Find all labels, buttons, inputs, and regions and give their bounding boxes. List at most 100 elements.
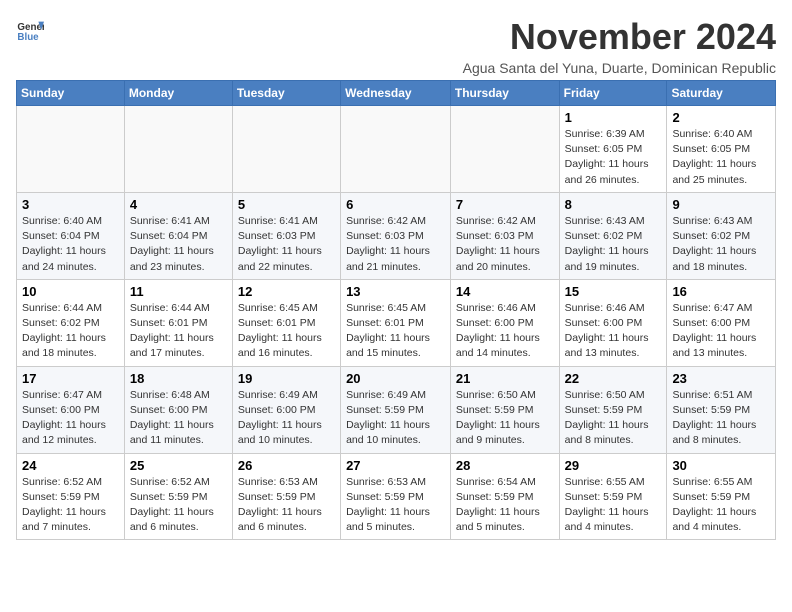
calendar-week-row: 1 Sunrise: 6:39 AMSunset: 6:05 PMDaylight… [17, 106, 776, 193]
day-info: Sunrise: 6:51 AMSunset: 5:59 PMDaylight:… [672, 388, 770, 449]
day-info: Sunrise: 6:43 AMSunset: 6:02 PMDaylight:… [672, 214, 770, 275]
day-number: 12 [238, 284, 335, 299]
location-subtitle: Agua Santa del Yuna, Duarte, Dominican R… [463, 60, 776, 76]
day-info: Sunrise: 6:55 AMSunset: 5:59 PMDaylight:… [565, 475, 662, 536]
day-info: Sunrise: 6:46 AMSunset: 6:00 PMDaylight:… [565, 301, 662, 362]
calendar-cell: 3 Sunrise: 6:40 AMSunset: 6:04 PMDaylight… [17, 192, 125, 279]
day-number: 21 [456, 371, 554, 386]
day-header: Thursday [450, 81, 559, 106]
day-info: Sunrise: 6:42 AMSunset: 6:03 PMDaylight:… [346, 214, 445, 275]
calendar-cell [341, 106, 451, 193]
calendar-table: SundayMondayTuesdayWednesdayThursdayFrid… [16, 80, 776, 540]
day-info: Sunrise: 6:43 AMSunset: 6:02 PMDaylight:… [565, 214, 662, 275]
day-number: 18 [130, 371, 227, 386]
calendar-cell: 22Sunrise: 6:50 AMSunset: 5:59 PMDayligh… [559, 366, 667, 453]
month-title: November 2024 [463, 16, 776, 58]
day-info: Sunrise: 6:41 AMSunset: 6:03 PMDaylight:… [238, 214, 335, 275]
calendar-cell: 11 Sunrise: 6:44 AMSunset: 6:01 PMDayligh… [124, 279, 232, 366]
day-info: Sunrise: 6:39 AMSunset: 6:05 PMDaylight:… [565, 127, 662, 188]
day-number: 1 [565, 110, 662, 125]
day-number: 6 [346, 197, 445, 212]
calendar-cell: 16 Sunrise: 6:47 AMSunset: 6:00 PMDayligh… [667, 279, 776, 366]
calendar-cell: 6 Sunrise: 6:42 AMSunset: 6:03 PMDaylight… [341, 192, 451, 279]
calendar-cell: 10 Sunrise: 6:44 AMSunset: 6:02 PMDayligh… [17, 279, 125, 366]
day-info: Sunrise: 6:52 AMSunset: 5:59 PMDaylight:… [130, 475, 227, 536]
day-number: 27 [346, 458, 445, 473]
day-info: Sunrise: 6:46 AMSunset: 6:00 PMDaylight:… [456, 301, 554, 362]
day-info: Sunrise: 6:45 AMSunset: 6:01 PMDaylight:… [238, 301, 335, 362]
calendar-cell: 23 Sunrise: 6:51 AMSunset: 5:59 PMDayligh… [667, 366, 776, 453]
day-info: Sunrise: 6:53 AMSunset: 5:59 PMDaylight:… [346, 475, 445, 536]
day-info: Sunrise: 6:49 AMSunset: 6:00 PMDaylight:… [238, 388, 335, 449]
day-info: Sunrise: 6:47 AMSunset: 6:00 PMDaylight:… [22, 388, 119, 449]
day-info: Sunrise: 6:40 AMSunset: 6:05 PMDaylight:… [672, 127, 770, 188]
day-info: Sunrise: 6:47 AMSunset: 6:00 PMDaylight:… [672, 301, 770, 362]
calendar-cell: 25Sunrise: 6:52 AMSunset: 5:59 PMDayligh… [124, 453, 232, 540]
day-info: Sunrise: 6:52 AMSunset: 5:59 PMDaylight:… [22, 475, 119, 536]
day-number: 5 [238, 197, 335, 212]
logo: General Blue [16, 16, 44, 44]
calendar-cell: 8 Sunrise: 6:43 AMSunset: 6:02 PMDaylight… [559, 192, 667, 279]
day-number: 26 [238, 458, 335, 473]
day-header: Wednesday [341, 81, 451, 106]
day-number: 8 [565, 197, 662, 212]
calendar-cell: 30 Sunrise: 6:55 AMSunset: 5:59 PMDayligh… [667, 453, 776, 540]
calendar-header-row: SundayMondayTuesdayWednesdayThursdayFrid… [17, 81, 776, 106]
day-number: 30 [672, 458, 770, 473]
day-header: Saturday [667, 81, 776, 106]
day-number: 3 [22, 197, 119, 212]
calendar-cell: 15 Sunrise: 6:46 AMSunset: 6:00 PMDayligh… [559, 279, 667, 366]
day-info: Sunrise: 6:41 AMSunset: 6:04 PMDaylight:… [130, 214, 227, 275]
calendar-cell [232, 106, 340, 193]
day-info: Sunrise: 6:40 AMSunset: 6:04 PMDaylight:… [22, 214, 119, 275]
day-number: 13 [346, 284, 445, 299]
day-info: Sunrise: 6:44 AMSunset: 6:02 PMDaylight:… [22, 301, 119, 362]
day-info: Sunrise: 6:48 AMSunset: 6:00 PMDaylight:… [130, 388, 227, 449]
title-area: November 2024 Agua Santa del Yuna, Duart… [463, 16, 776, 76]
day-number: 9 [672, 197, 770, 212]
day-number: 2 [672, 110, 770, 125]
svg-text:Blue: Blue [17, 32, 39, 43]
calendar-cell [124, 106, 232, 193]
day-number: 11 [130, 284, 227, 299]
day-number: 16 [672, 284, 770, 299]
calendar-cell: 4Sunrise: 6:41 AMSunset: 6:04 PMDaylight… [124, 192, 232, 279]
day-info: Sunrise: 6:55 AMSunset: 5:59 PMDaylight:… [672, 475, 770, 536]
calendar-cell: 13 Sunrise: 6:45 AMSunset: 6:01 PMDayligh… [341, 279, 451, 366]
calendar-cell: 12 Sunrise: 6:45 AMSunset: 6:01 PMDayligh… [232, 279, 340, 366]
day-number: 10 [22, 284, 119, 299]
calendar-cell [17, 106, 125, 193]
calendar-cell: 29 Sunrise: 6:55 AMSunset: 5:59 PMDayligh… [559, 453, 667, 540]
calendar-cell: 24 Sunrise: 6:52 AMSunset: 5:59 PMDayligh… [17, 453, 125, 540]
day-number: 15 [565, 284, 662, 299]
calendar-cell: 26 Sunrise: 6:53 AMSunset: 5:59 PMDayligh… [232, 453, 340, 540]
day-info: Sunrise: 6:49 AMSunset: 5:59 PMDaylight:… [346, 388, 445, 449]
calendar-cell: 1 Sunrise: 6:39 AMSunset: 6:05 PMDaylight… [559, 106, 667, 193]
day-number: 24 [22, 458, 119, 473]
header: General Blue November 2024 Agua Santa de… [16, 16, 776, 76]
logo-icon: General Blue [16, 16, 44, 44]
calendar-cell: 21 Sunrise: 6:50 AMSunset: 5:59 PMDayligh… [450, 366, 559, 453]
day-info: Sunrise: 6:45 AMSunset: 6:01 PMDaylight:… [346, 301, 445, 362]
day-number: 28 [456, 458, 554, 473]
calendar-week-row: 3 Sunrise: 6:40 AMSunset: 6:04 PMDaylight… [17, 192, 776, 279]
day-info: Sunrise: 6:50 AMSunset: 5:59 PMDaylight:… [456, 388, 554, 449]
calendar-cell [450, 106, 559, 193]
day-header: Tuesday [232, 81, 340, 106]
day-number: 22 [565, 371, 662, 386]
calendar-week-row: 24 Sunrise: 6:52 AMSunset: 5:59 PMDayligh… [17, 453, 776, 540]
day-info: Sunrise: 6:53 AMSunset: 5:59 PMDaylight:… [238, 475, 335, 536]
calendar-body: 1 Sunrise: 6:39 AMSunset: 6:05 PMDaylight… [17, 106, 776, 540]
day-number: 23 [672, 371, 770, 386]
calendar-cell: 20 Sunrise: 6:49 AMSunset: 5:59 PMDayligh… [341, 366, 451, 453]
day-number: 19 [238, 371, 335, 386]
calendar-cell: 7Sunrise: 6:42 AMSunset: 6:03 PMDaylight… [450, 192, 559, 279]
day-header: Sunday [17, 81, 125, 106]
calendar-week-row: 17Sunrise: 6:47 AMSunset: 6:00 PMDayligh… [17, 366, 776, 453]
day-info: Sunrise: 6:44 AMSunset: 6:01 PMDaylight:… [130, 301, 227, 362]
day-number: 20 [346, 371, 445, 386]
day-info: Sunrise: 6:42 AMSunset: 6:03 PMDaylight:… [456, 214, 554, 275]
calendar-week-row: 10 Sunrise: 6:44 AMSunset: 6:02 PMDayligh… [17, 279, 776, 366]
calendar-cell: 9 Sunrise: 6:43 AMSunset: 6:02 PMDaylight… [667, 192, 776, 279]
day-number: 29 [565, 458, 662, 473]
